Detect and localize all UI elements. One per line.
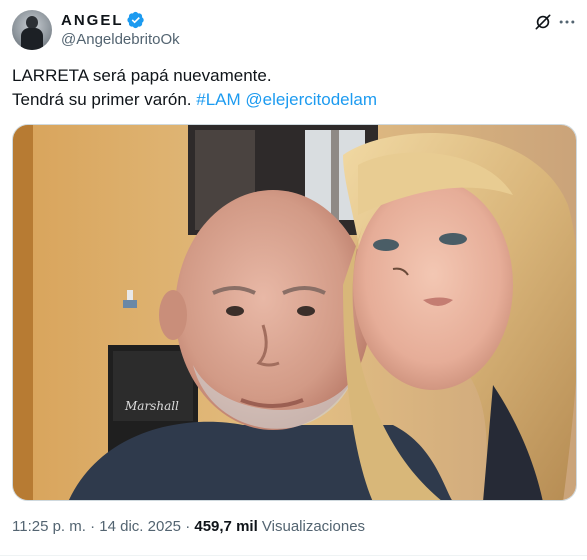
views-label: Visualizaciones xyxy=(261,518,366,535)
tweet-card: ANGEL @AngeldebritoOk LARRETA será papá … xyxy=(0,0,587,560)
mention-link[interactable]: @elejercitodelam xyxy=(245,90,377,109)
tweet-media-photo[interactable]: Marshall xyxy=(12,124,577,501)
bottom-divider xyxy=(0,555,587,556)
tweet-text-line-1: LARRETA será papá nuevamente. xyxy=(12,66,272,85)
author-display-name[interactable]: ANGEL xyxy=(61,12,124,29)
hashtag-link[interactable]: #LAM xyxy=(196,90,240,109)
author-name-row[interactable]: ANGEL xyxy=(61,10,145,30)
more-options-icon[interactable] xyxy=(557,12,577,32)
tweet-time[interactable]: 11:25 p. m. xyxy=(12,518,86,535)
meta-separator-2: · xyxy=(185,518,191,535)
tweet-text-line-2: Tendrá su primer varón. #LAM @elejercito… xyxy=(12,88,572,112)
tweet-date[interactable]: 14 dic. 2025 xyxy=(99,518,181,535)
verified-badge-icon xyxy=(126,11,144,29)
grok-icon[interactable] xyxy=(533,12,553,32)
meta-separator-1: · xyxy=(90,518,96,535)
avatar-person-body xyxy=(21,28,43,50)
amp-logo-text: Marshall xyxy=(124,399,179,413)
tweet-text-line-2-body: Tendrá su primer varón. xyxy=(12,90,192,109)
tweet-text: LARRETA será papá nuevamente. Tendrá su … xyxy=(12,64,572,112)
selfie-photo: Marshall xyxy=(13,125,576,500)
author-avatar[interactable] xyxy=(12,10,52,50)
tweet-meta-row: 11:25 p. m. · 14 dic. 2025 · 459,7 mil V… xyxy=(12,518,365,535)
author-handle[interactable]: @AngeldebritoOk xyxy=(61,31,180,48)
views-count: 459,7 mil xyxy=(194,518,258,535)
